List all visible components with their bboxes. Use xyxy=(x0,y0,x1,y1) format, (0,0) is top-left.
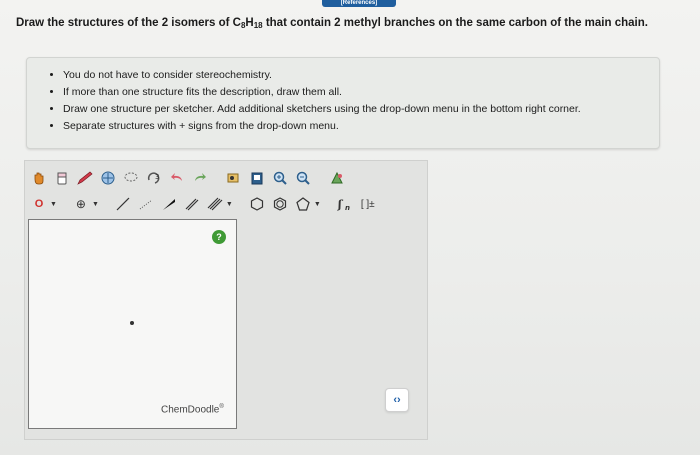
double-bond-icon[interactable] xyxy=(182,194,202,214)
ring-template-icon[interactable] xyxy=(98,168,118,188)
references-tab[interactable]: [References] xyxy=(322,0,396,7)
chevron-down-icon[interactable]: ▼ xyxy=(226,201,233,208)
svg-text:n: n xyxy=(345,204,350,212)
eraser-icon[interactable] xyxy=(52,168,72,188)
cyclohexane-icon[interactable] xyxy=(247,194,267,214)
question-prefix: Draw the structures of the 2 isomers of … xyxy=(16,17,241,29)
benzene-icon[interactable] xyxy=(270,194,290,214)
instruction-item: You do not have to consider stereochemis… xyxy=(63,67,649,84)
bracket-charge-button[interactable]: [ ]± xyxy=(358,194,378,214)
svg-text:3: 3 xyxy=(155,173,159,181)
lasso-icon[interactable] xyxy=(121,168,141,188)
canvas-dot xyxy=(130,321,134,325)
charge-plus-button[interactable]: ⊕ xyxy=(71,194,91,214)
svg-text:ʃ: ʃ xyxy=(337,198,344,211)
atom-oxygen-button[interactable]: O xyxy=(29,194,49,214)
copy-icon[interactable] xyxy=(224,168,244,188)
instruction-list: You do not have to consider stereochemis… xyxy=(49,67,649,135)
cyclopentane-icon[interactable] xyxy=(293,194,313,214)
redo-icon[interactable] xyxy=(190,168,210,188)
zoom-out-icon[interactable] xyxy=(293,168,313,188)
instruction-item: If more than one structure fits the desc… xyxy=(63,84,649,101)
sketcher-menu-toggle[interactable]: ‹› xyxy=(385,388,409,412)
instructions-panel: You do not have to consider stereochemis… xyxy=(26,57,660,149)
chevron-down-icon[interactable]: ▼ xyxy=(50,201,57,208)
question-text: Draw the structures of the 2 isomers of … xyxy=(16,13,676,36)
instruction-item: Separate structures with + signs from th… xyxy=(63,118,649,135)
brand-name: ChemDoodle xyxy=(161,404,220,416)
paste-icon[interactable] xyxy=(247,168,267,188)
single-bond-icon[interactable] xyxy=(113,194,133,214)
sketcher-toolbar-bottom: O ▼ ⊕ ▼ ▼ ▼ ʃ n []± xyxy=(29,193,378,215)
drawing-canvas[interactable]: ? ChemDoodle® xyxy=(28,219,237,429)
help-button[interactable]: ? xyxy=(212,230,226,244)
sketcher-toolbar-top: 3 xyxy=(29,167,347,189)
question-suffix: that contain 2 methyl branches on the sa… xyxy=(262,17,648,29)
pencil-icon[interactable] xyxy=(75,168,95,188)
chevron-down-icon[interactable]: ▼ xyxy=(314,201,321,208)
chevron-down-icon[interactable]: ▼ xyxy=(92,201,99,208)
chain-tool-icon[interactable]: ʃn xyxy=(335,194,355,214)
brand-registered-mark: ® xyxy=(219,404,224,410)
hand-icon[interactable] xyxy=(29,168,49,188)
instruction-item: Draw one structure per sketcher. Add add… xyxy=(63,101,649,118)
hashed-bond-icon[interactable] xyxy=(136,194,156,214)
chemdoodle-sketcher: 3 O ▼ ⊕ ▼ ▼ ▼ ʃ n []± ? ChemDoodle® xyxy=(24,160,428,440)
chemdoodle-logo: ChemDoodle® xyxy=(161,404,224,415)
wedge-bond-icon[interactable] xyxy=(159,194,179,214)
clean-icon[interactable] xyxy=(327,168,347,188)
hydrogen-subscript: 18 xyxy=(253,21,263,30)
triple-bond-icon[interactable] xyxy=(205,194,225,214)
rotate-icon[interactable]: 3 xyxy=(144,168,164,188)
undo-icon[interactable] xyxy=(167,168,187,188)
hydrogen-symbol: H xyxy=(245,17,254,29)
zoom-in-icon[interactable] xyxy=(270,168,290,188)
